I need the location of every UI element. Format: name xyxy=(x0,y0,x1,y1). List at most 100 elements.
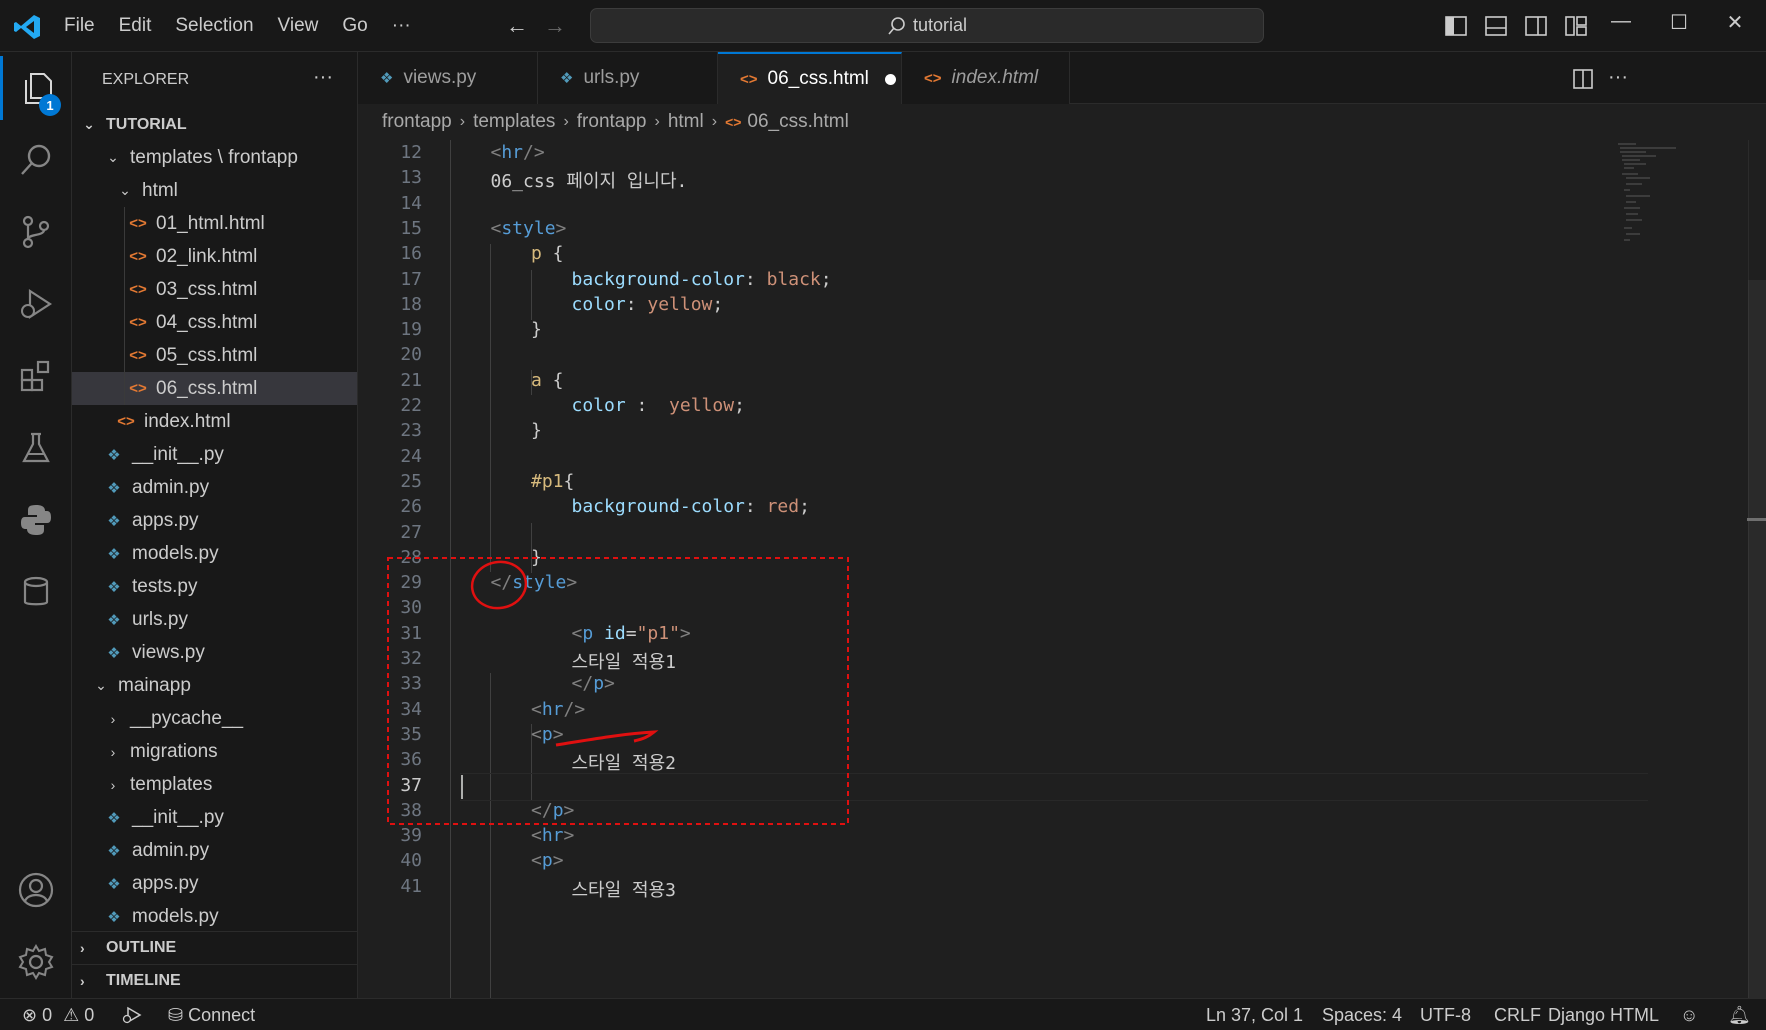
indentation-status[interactable]: Spaces: 4 xyxy=(1322,1005,1402,1026)
tree-item-apps-py[interactable]: ❖ apps.py xyxy=(72,867,357,900)
debug-status[interactable] xyxy=(120,1005,142,1030)
menu-more[interactable]: ··· xyxy=(392,15,411,37)
maximize-button[interactable]: ☐ xyxy=(1664,10,1694,35)
code-editor[interactable]: 12 <hr/> 13 06_css 페이지 입니다. 14 15 <style> 16 p {… xyxy=(358,140,1648,998)
python-activity[interactable] xyxy=(0,488,72,552)
testing-activity[interactable] xyxy=(0,416,72,480)
breadcrumb-item[interactable]: html xyxy=(668,111,704,133)
explorer-activity[interactable]: 1 xyxy=(0,56,72,120)
tree-item-models-py[interactable]: ❖ models.py xyxy=(72,537,357,570)
tree-item-06-css-html[interactable]: <> 06_css.html xyxy=(72,372,357,405)
explorer-more-button[interactable]: ··· xyxy=(313,66,333,89)
editor-more-actions-button[interactable]: ··· xyxy=(1608,66,1628,89)
breadcrumb-item[interactable]: 06_css.html xyxy=(747,111,848,133)
tree-item-index-html[interactable]: <> index.html xyxy=(72,405,357,438)
connect-status[interactable]: ⛁ Connect xyxy=(168,1005,255,1026)
toggle-secondary-sidebar-icon[interactable] xyxy=(1524,14,1548,38)
tree-item-urls-py[interactable]: ❖ urls.py xyxy=(72,603,357,636)
tree-item-label: 05_css.html xyxy=(156,344,258,366)
tree-item-label: admin.py xyxy=(132,476,210,498)
python-file-icon: ❖ xyxy=(107,446,121,464)
tree-item-init-py[interactable]: ❖ __init__.py xyxy=(72,801,357,834)
breadcrumb-item[interactable]: frontapp xyxy=(382,111,452,133)
chevron-right-icon: › xyxy=(110,710,116,727)
tab-urls-py[interactable]: ❖ urls.py xyxy=(538,52,718,104)
language-mode-status[interactable]: Django HTML xyxy=(1548,1005,1659,1026)
outline-section[interactable]: › OUTLINE xyxy=(72,931,357,964)
run-debug-activity[interactable] xyxy=(0,272,72,336)
tab-index-html[interactable]: <> index.html xyxy=(902,52,1070,104)
tree-item-templates-frontapp[interactable]: ⌄ templates \ frontapp xyxy=(72,141,357,174)
toggle-panel-icon[interactable] xyxy=(1484,14,1508,38)
menu-file[interactable]: File xyxy=(64,15,95,37)
tree-item-02-link-html[interactable]: <> 02_link.html xyxy=(72,240,357,273)
tree-item-01-html-html[interactable]: <> 01_html.html xyxy=(72,207,357,240)
chevron-right-icon: › xyxy=(459,113,466,130)
problems-status[interactable]: ⊗ 0 ⚠ 0 xyxy=(22,1005,94,1026)
manage-activity[interactable] xyxy=(0,930,72,994)
extensions-activity[interactable] xyxy=(0,344,72,408)
tab-label: index.html xyxy=(951,67,1039,88)
tree-item-models-py[interactable]: ❖ models.py xyxy=(72,900,357,933)
minimize-button[interactable]: — xyxy=(1606,10,1636,33)
tree-item-mainapp[interactable]: ⌄ mainapp xyxy=(72,669,357,702)
tree-item-label: templates \ frontapp xyxy=(130,146,298,168)
tree-item-tests-py[interactable]: ❖ tests.py xyxy=(72,570,357,603)
tree-item-migrations[interactable]: › migrations xyxy=(72,735,357,768)
title-bar: File Edit Selection View Go ··· ← → tuto… xyxy=(0,0,1766,52)
customize-layout-icon[interactable] xyxy=(1564,14,1588,38)
encoding-status[interactable]: UTF-8 xyxy=(1420,1005,1471,1026)
close-button[interactable]: ✕ xyxy=(1720,10,1750,35)
timeline-section[interactable]: › TIMELINE xyxy=(72,964,357,997)
eol-status[interactable]: CRLF xyxy=(1494,1005,1541,1026)
breadcrumb-item[interactable]: frontapp xyxy=(577,111,647,133)
tree-item-pycache[interactable]: › __pycache__ xyxy=(72,702,357,735)
extensions-icon xyxy=(20,360,50,392)
tab-label: views.py xyxy=(403,67,477,88)
python-file-icon: ❖ xyxy=(107,578,121,596)
menu-selection[interactable]: Selection xyxy=(175,15,253,37)
source-control-activity[interactable] xyxy=(0,200,72,264)
menu-edit[interactable]: Edit xyxy=(119,15,152,37)
command-center-search[interactable]: tutorial xyxy=(590,8,1264,43)
minimap[interactable] xyxy=(1616,140,1696,260)
unsaved-dot-icon[interactable] xyxy=(884,73,896,85)
breadcrumb-item[interactable]: templates xyxy=(473,111,555,133)
tree-item-apps-py[interactable]: ❖ apps.py xyxy=(72,504,357,537)
tree-item-label: 03_css.html xyxy=(156,278,258,300)
tree-item-init-py[interactable]: ❖ __init__.py xyxy=(72,438,357,471)
tree-item-html[interactable]: ⌄ html xyxy=(72,174,357,207)
nav-back-button[interactable]: ← xyxy=(506,13,528,39)
scrollbar-thumb[interactable] xyxy=(1748,280,1766,1000)
tree-item-views-py[interactable]: ❖ views.py xyxy=(72,636,357,669)
tree-item-label: 02_link.html xyxy=(156,245,258,267)
chevron-right-icon: › xyxy=(110,743,116,760)
tree-item-admin-py[interactable]: ❖ admin.py xyxy=(72,471,357,504)
database-icon: ⛁ xyxy=(168,1005,184,1025)
tree-item-templates[interactable]: › templates xyxy=(72,768,357,801)
menu-view[interactable]: View xyxy=(278,15,319,37)
tree-item-label: migrations xyxy=(130,740,218,762)
tab-views-py[interactable]: ❖ views.py xyxy=(358,52,538,104)
tree-item-04-css-html[interactable]: <> 04_css.html xyxy=(72,306,357,339)
tree-item-03-css-html[interactable]: <> 03_css.html xyxy=(72,273,357,306)
split-editor-icon[interactable] xyxy=(1572,68,1594,90)
nav-forward-button[interactable]: → xyxy=(544,13,566,39)
tree-item-admin-py[interactable]: ❖ admin.py xyxy=(72,834,357,867)
accounts-activity[interactable] xyxy=(0,858,72,922)
database-activity[interactable] xyxy=(0,560,72,624)
cursor-position[interactable]: Ln 37, Col 1 xyxy=(1206,1005,1303,1026)
tab-06-css-html[interactable]: <> 06_css.html xyxy=(718,52,902,104)
notifications-bell-icon[interactable]: 🔔︎ xyxy=(1728,1005,1751,1026)
python-file-icon: ❖ xyxy=(560,70,574,87)
minimap-preview xyxy=(1618,143,1676,241)
toggle-primary-sidebar-icon[interactable] xyxy=(1444,14,1468,38)
html-file-icon: <> xyxy=(129,215,147,232)
search-activity[interactable] xyxy=(0,128,72,192)
connect-label: Connect xyxy=(188,1005,256,1025)
menu-go[interactable]: Go xyxy=(342,15,367,37)
chevron-right-icon: › xyxy=(110,776,116,793)
feedback-icon[interactable]: ☺ xyxy=(1680,1005,1698,1026)
tree-item-05-css-html[interactable]: <> 05_css.html xyxy=(72,339,357,372)
workspace-root[interactable]: ⌄ TUTORIAL xyxy=(72,108,357,141)
